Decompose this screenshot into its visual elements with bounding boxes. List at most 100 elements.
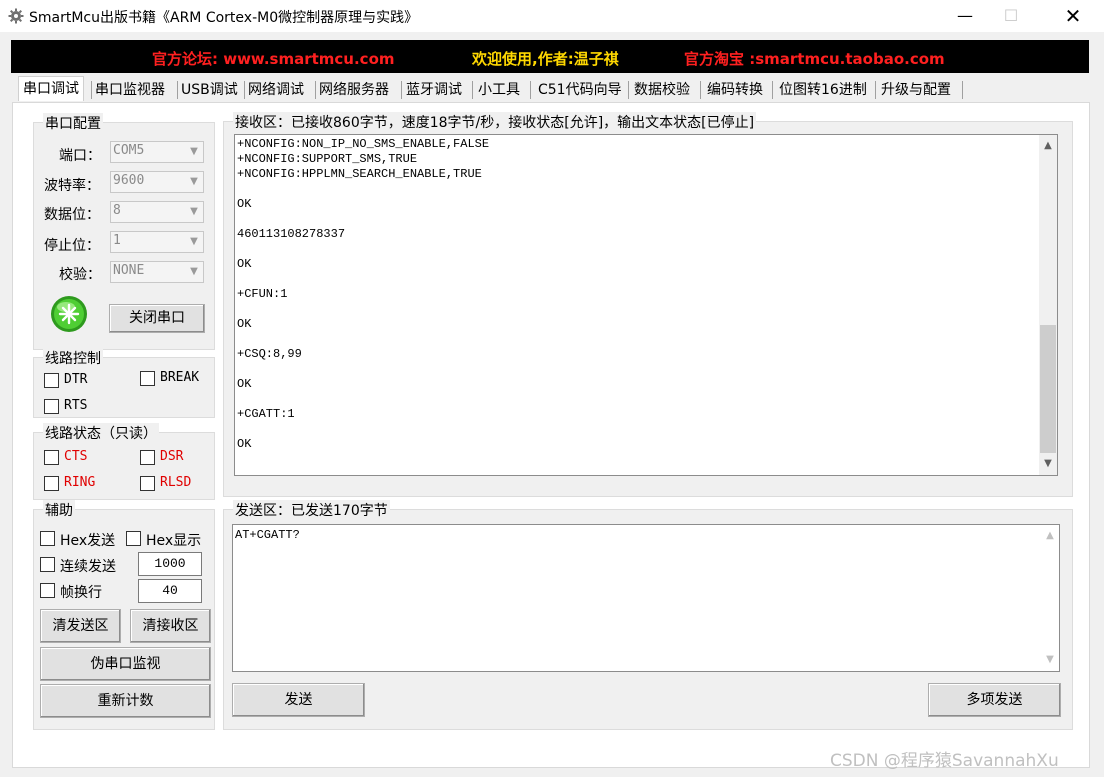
banner: 官方论坛: www.smartmcu.com 欢迎使用,作者:温子祺 官方淘宝 … [11,40,1089,73]
clear-receive-button[interactable]: 清接收区 [130,609,211,643]
ring-label: RING [64,475,96,490]
rts-checkbox[interactable] [44,399,59,414]
multi-send-button[interactable]: 多项发送 [928,683,1061,717]
tab-serial-monitor[interactable]: 串口监视器 [95,78,165,102]
aux-group: 辅助 Hex发送 Hex显示 连续发送 1000 帧换行 40 清发送区 清接收… [33,500,215,730]
minimize-button[interactable]: — [942,0,988,32]
chevron-down-icon: ▼ [190,176,198,187]
dsr-checkbox [140,450,155,465]
tab-encoding[interactable]: 编码转换 [707,78,763,102]
continuous-send-checkbox[interactable] [40,557,55,572]
scroll-up-icon[interactable]: ▲ [1039,137,1057,155]
receive-text: +NCONFIG:NON_IP_NO_SMS_ENABLE,FALSE +NCO… [237,137,490,451]
tab-separator [177,81,178,99]
tab-separator [628,81,629,99]
send-scrollbar[interactable]: ▲ ▼ [1041,525,1059,671]
tab-network-server[interactable]: 网络服务器 [319,78,389,102]
port-value: COM5 [113,143,145,158]
scroll-up-icon[interactable]: ▲ [1041,527,1059,545]
ring-checkbox [44,476,59,491]
dtr-checkbox[interactable] [44,373,59,388]
scroll-down-icon[interactable]: ▼ [1039,455,1057,473]
maximize-button[interactable]: ☐ [988,0,1034,32]
port-label: 端口： [59,148,101,164]
break-label: BREAK [160,370,200,385]
parity-select[interactable]: NONE ▼ [110,261,204,283]
tab-bitmap-hex[interactable]: 位图转16进制 [779,78,867,102]
close-port-button[interactable]: 关闭串口 [109,304,205,333]
frame-newline-checkbox[interactable] [40,583,55,598]
scroll-down-icon[interactable]: ▼ [1041,651,1059,669]
receive-group: 接收区：已接收860字节，速度18字节/秒，接收状态[允许]，输出文本状态[已停… [223,112,1073,497]
parity-value: NONE [113,263,145,278]
frame-length-input[interactable]: 40 [138,579,202,603]
baud-select[interactable]: 9600 ▼ [110,171,204,193]
scroll-thumb[interactable] [1040,325,1056,453]
send-group: 发送区：已发送170字节 AT+CGATT? ▲ ▼ 发送 多项发送 [223,500,1073,730]
clear-send-button[interactable]: 清发送区 [40,609,121,643]
tab-serial-debug[interactable]: 串口调试 [18,76,84,101]
tab-separator [700,81,701,99]
parity-label: 校验： [59,267,101,283]
hex-show-checkbox[interactable] [126,531,141,546]
dsr-label: DSR [160,449,184,464]
chevron-down-icon: ▼ [190,206,198,217]
dtr-label: DTR [64,372,88,387]
tab-checksum[interactable]: 数据校验 [634,78,690,102]
rlsd-checkbox [140,476,155,491]
continuous-interval-input[interactable]: 1000 [138,552,202,576]
port-select[interactable]: COM5 ▼ [110,141,204,163]
tab-separator [244,81,245,99]
send-button[interactable]: 发送 [232,683,365,717]
banner-welcome-text: 欢迎使用,作者:温子祺 [472,50,619,68]
break-checkbox[interactable] [140,371,155,386]
title-bar: SmartMcu出版书籍《ARM Cortex-M0微控制器原理与实践》 — ☐… [0,0,1104,32]
send-text: AT+CGATT? [235,528,300,542]
tab-bluetooth-debug[interactable]: 蓝牙调试 [406,78,462,102]
group-title: 串口配置 [43,113,103,133]
rts-label: RTS [64,398,88,413]
tab-upgrade-config[interactable]: 升级与配置 [881,78,951,102]
tab-separator [315,81,316,99]
tab-c51-wizard[interactable]: C51代码向导 [538,78,622,102]
send-textarea[interactable]: AT+CGATT? ▲ ▼ [232,524,1060,672]
stopbits-value: 1 [113,233,121,248]
close-button[interactable]: ✕ [1050,0,1096,32]
databits-label: 数据位： [44,207,100,223]
tab-usb-debug[interactable]: USB调试 [181,78,238,102]
hex-send-label: Hex发送 [60,533,116,549]
databits-select[interactable]: 8 ▼ [110,201,204,223]
group-title: 线路状态（只读） [43,423,159,443]
recount-button[interactable]: 重新计数 [40,684,211,718]
stopbits-select[interactable]: 1 ▼ [110,231,204,253]
tab-separator [401,81,402,99]
fake-port-monitor-button[interactable]: 伪串口监视 [40,647,211,681]
chevron-down-icon: ▼ [190,266,198,277]
receive-scrollbar[interactable]: ▲ ▼ [1039,135,1057,475]
chevron-down-icon: ▼ [190,146,198,157]
tab-small-tools[interactable]: 小工具 [478,78,520,102]
group-title: 辅助 [43,500,75,520]
group-title: 发送区：已发送170字节 [233,500,390,520]
cts-label: CTS [64,449,88,464]
continuous-send-label: 连续发送 [60,559,116,575]
tab-separator [91,81,92,99]
group-title: 线路控制 [43,348,103,368]
chevron-down-icon: ▼ [190,236,198,247]
receive-textarea[interactable]: +NCONFIG:NON_IP_NO_SMS_ENABLE,FALSE +NCO… [234,134,1058,476]
hex-send-checkbox[interactable] [40,531,55,546]
banner-taobao-link[interactable]: 官方淘宝 :smartmcu.taobao.com [684,48,945,69]
tab-separator [875,81,876,99]
serial-config-group: 串口配置 端口： COM5 ▼ 波特率： 9600 ▼ 数据位： 8 ▼ 停止位… [33,113,215,350]
cts-checkbox [44,450,59,465]
line-control-group: 线路控制 DTR BREAK RTS [33,348,215,418]
watermark: CSDN @程序猿SavannahXu [830,751,1059,771]
hex-show-label: Hex显示 [146,533,202,549]
tab-separator [472,81,473,99]
tab-network-debug[interactable]: 网络调试 [248,78,304,102]
databits-value: 8 [113,203,121,218]
tab-separator [772,81,773,99]
banner-forum-link[interactable]: 官方论坛: www.smartmcu.com [152,48,395,69]
frame-newline-label: 帧换行 [60,585,102,601]
stopbits-label: 停止位： [44,238,100,254]
